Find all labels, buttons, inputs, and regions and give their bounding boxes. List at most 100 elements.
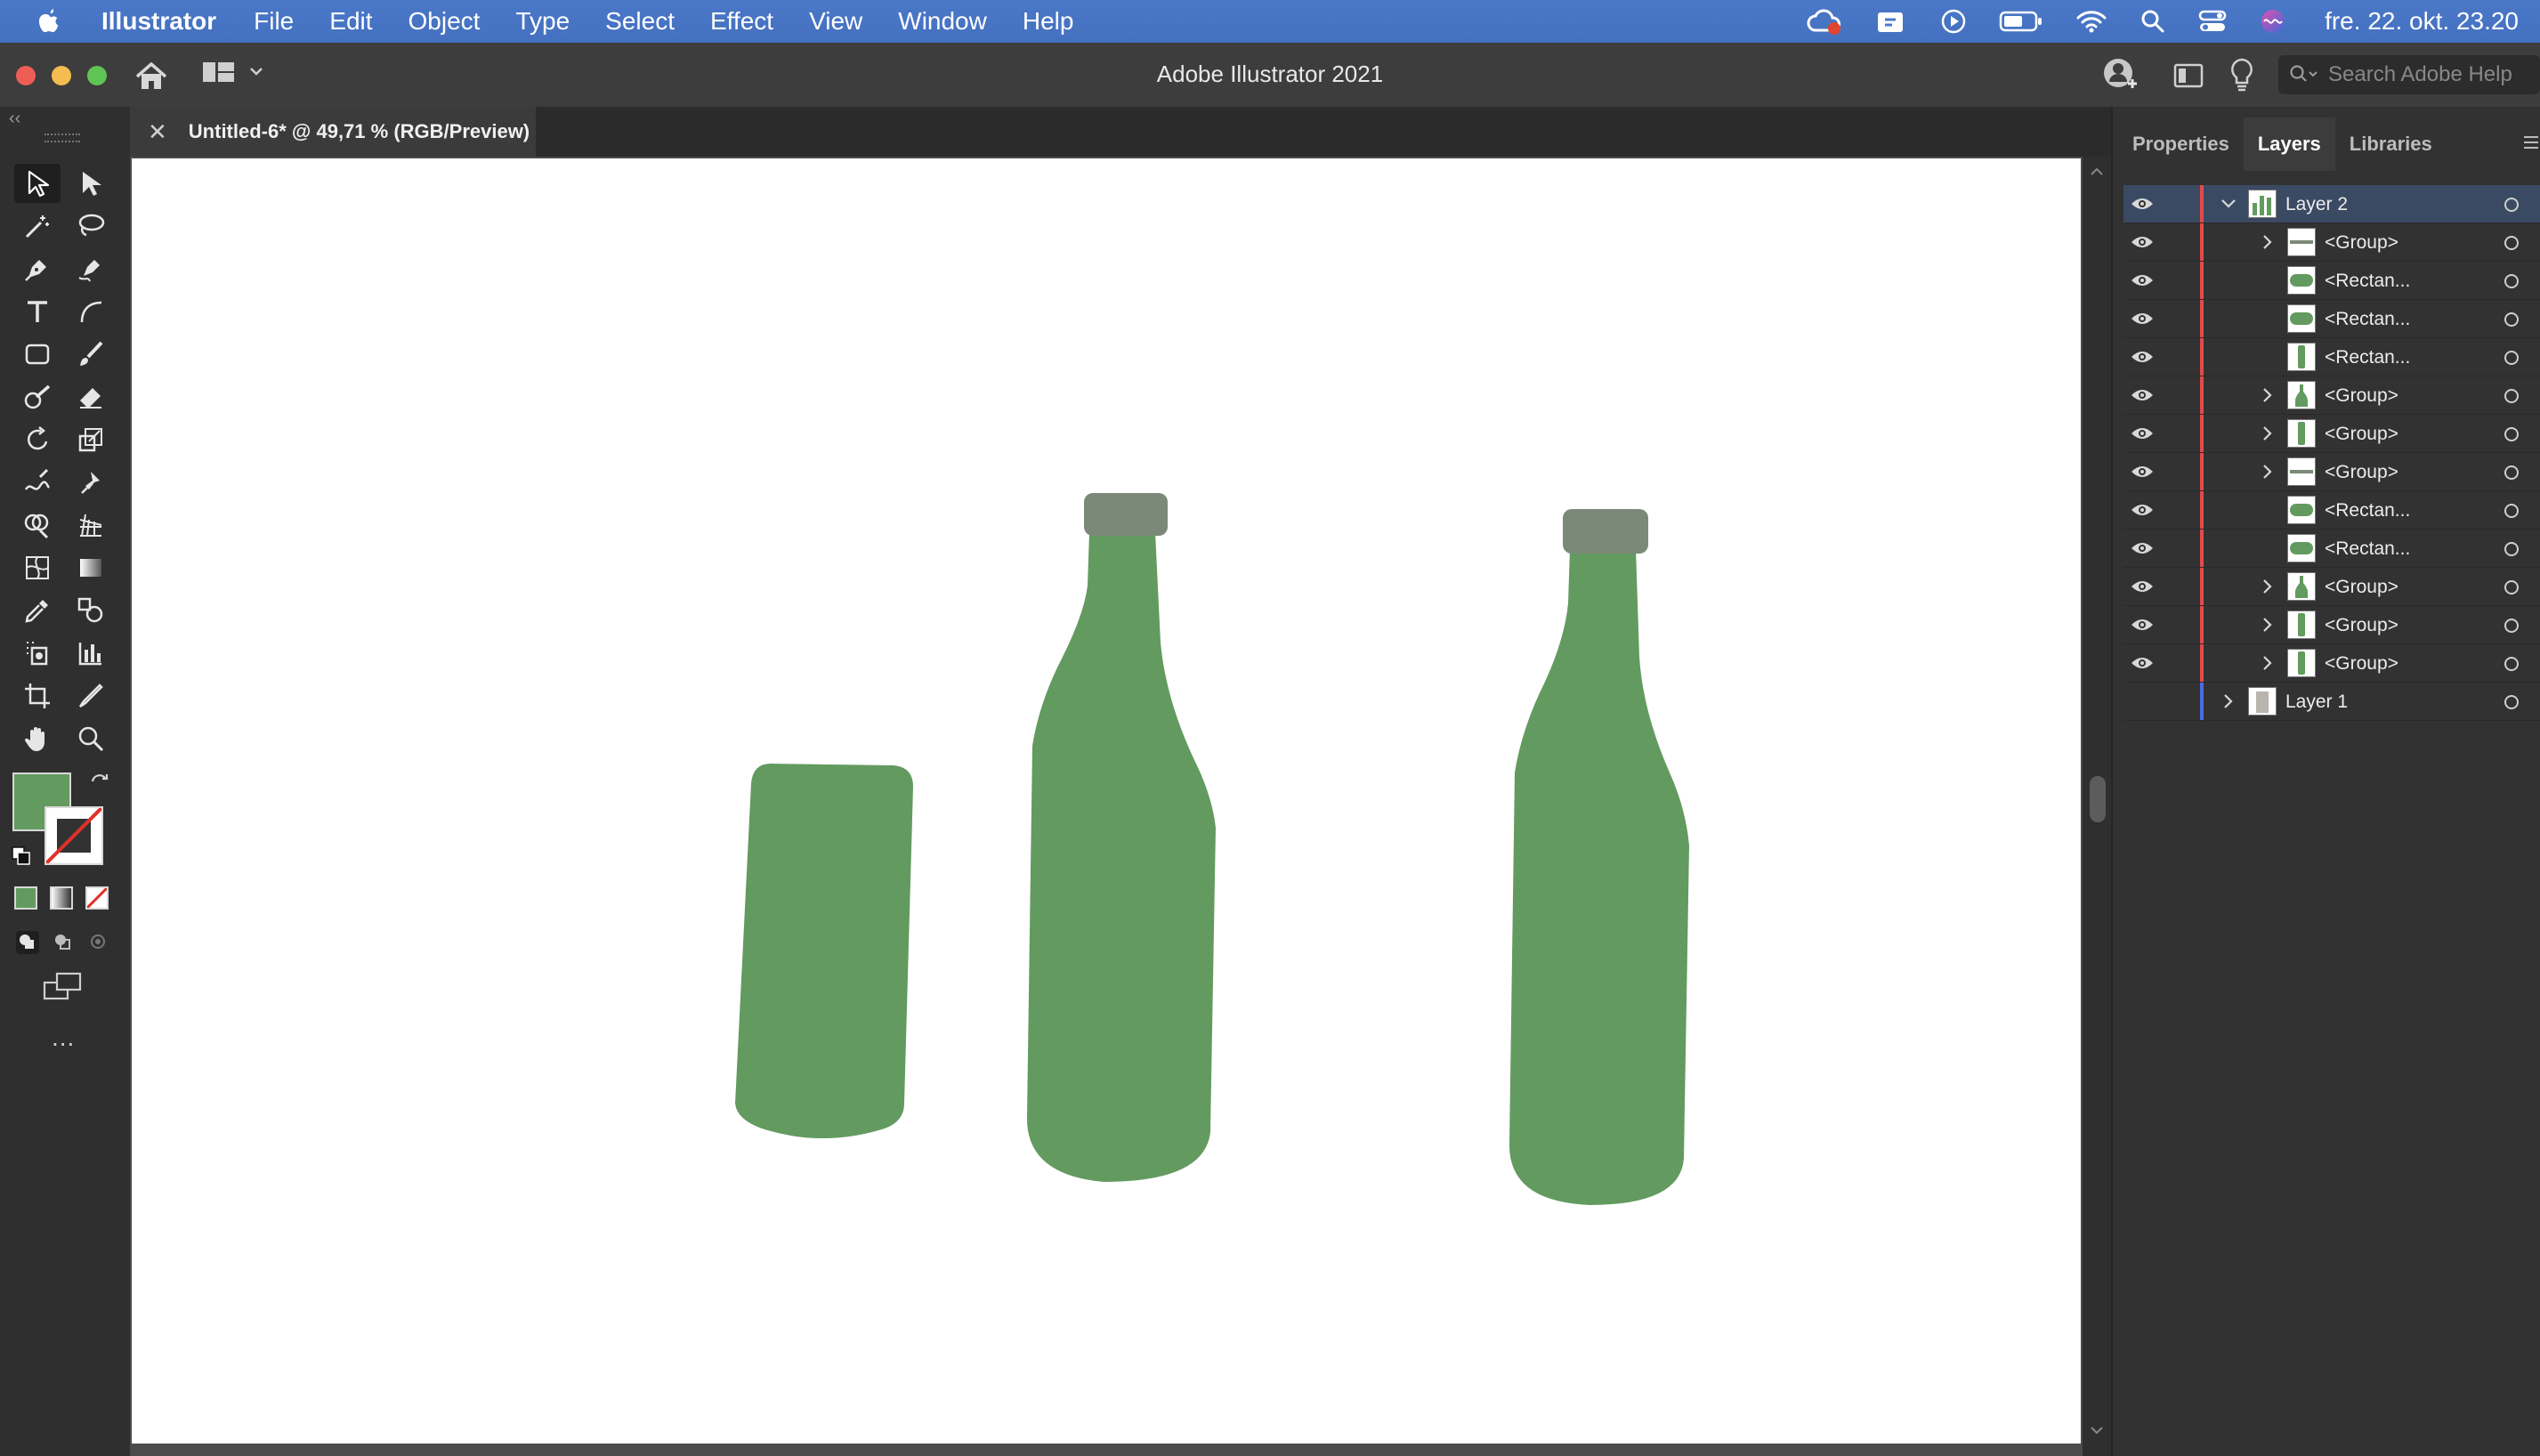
visibility-eye-icon[interactable] xyxy=(2131,578,2154,600)
panel-menu-icon[interactable] xyxy=(2524,133,2538,156)
apple-menu-icon[interactable] xyxy=(0,7,98,36)
bottle-left-shape[interactable] xyxy=(1026,532,1216,1182)
rectangle-tool-icon[interactable] xyxy=(14,335,61,374)
menu-select[interactable]: Select xyxy=(587,7,692,36)
symbol-sprayer-tool-icon[interactable] xyxy=(14,634,61,673)
draw-behind-icon[interactable] xyxy=(50,929,77,960)
target-circle-icon[interactable] xyxy=(2504,351,2519,365)
target-circle-icon[interactable] xyxy=(2504,504,2519,518)
paintbrush-tool-icon[interactable] xyxy=(68,335,114,374)
layer-name[interactable]: <Rectan... xyxy=(2325,538,2410,560)
layer-name[interactable]: <Rectan... xyxy=(2325,271,2410,292)
rotate-tool-icon[interactable] xyxy=(14,420,61,459)
hand-tool-icon[interactable] xyxy=(14,719,61,758)
sublayer-row[interactable]: <Rectan... xyxy=(2123,491,2540,530)
layer-name[interactable]: Layer 1 xyxy=(2285,692,2348,713)
layer-name[interactable]: <Group> xyxy=(2325,653,2398,675)
visibility-eye-icon[interactable] xyxy=(2131,425,2154,447)
scroll-up-icon[interactable] xyxy=(2090,166,2104,176)
artboard-tool-icon[interactable] xyxy=(14,676,61,716)
play-icon[interactable] xyxy=(1940,8,1967,35)
battery-icon[interactable] xyxy=(1999,10,2043,33)
sublayer-row[interactable]: <Rectan... xyxy=(2123,338,2540,376)
home-icon[interactable] xyxy=(133,61,169,97)
menu-object[interactable]: Object xyxy=(391,7,498,36)
layer-name[interactable]: <Rectan... xyxy=(2325,500,2410,522)
expand-arrow-icon[interactable] xyxy=(2261,463,2275,486)
glass-shape[interactable] xyxy=(735,764,913,1138)
expand-arrow-icon[interactable] xyxy=(2261,578,2275,601)
wifi-icon[interactable] xyxy=(2075,9,2107,34)
sublayer-row[interactable]: <Group> xyxy=(2123,568,2540,606)
spotlight-search-icon[interactable] xyxy=(2140,8,2166,35)
stroke-color-swatch[interactable] xyxy=(44,806,103,865)
sublayer-row[interactable]: <Group> xyxy=(2123,223,2540,262)
menu-file[interactable]: File xyxy=(236,7,311,36)
target-circle-icon[interactable] xyxy=(2504,542,2519,556)
sublayer-row[interactable]: <Rectan... xyxy=(2123,262,2540,300)
target-circle-icon[interactable] xyxy=(2504,580,2519,595)
target-circle-icon[interactable] xyxy=(2504,465,2519,480)
visibility-eye-icon[interactable] xyxy=(2131,196,2154,217)
visibility-eye-icon[interactable] xyxy=(2131,272,2154,294)
lasso-tool-icon[interactable] xyxy=(68,206,114,246)
sublayer-row[interactable]: <Group> xyxy=(2123,415,2540,453)
layer-name[interactable]: <Group> xyxy=(2325,577,2398,598)
draw-normal-icon[interactable] xyxy=(14,929,41,960)
siri-icon[interactable] xyxy=(2259,7,2287,36)
visibility-eye-icon[interactable] xyxy=(2131,234,2154,255)
search-adobe-help-input[interactable] xyxy=(2326,61,2535,88)
scroll-down-icon[interactable] xyxy=(2090,1426,2104,1436)
menu-edit[interactable]: Edit xyxy=(311,7,390,36)
layer-name[interactable]: <Rectan... xyxy=(2325,347,2410,368)
zoom-window-button[interactable] xyxy=(87,66,107,85)
canvas-area[interactable] xyxy=(130,157,2083,1456)
puppet-warp-tool-icon[interactable] xyxy=(68,463,114,502)
layer-name[interactable]: <Group> xyxy=(2325,424,2398,445)
collapse-panel-icon[interactable]: ‹‹ xyxy=(9,109,20,129)
screen-mode-icon[interactable] xyxy=(43,972,84,1007)
perspective-grid-tool-icon[interactable] xyxy=(68,506,114,545)
panel-grip[interactable] xyxy=(44,133,80,142)
layer-name[interactable]: <Group> xyxy=(2325,385,2398,407)
expand-arrow-icon[interactable] xyxy=(2261,233,2275,256)
scrollbar-thumb[interactable] xyxy=(2090,776,2106,822)
expand-arrow-icon[interactable] xyxy=(2221,692,2236,716)
tab-properties[interactable]: Properties xyxy=(2113,117,2244,171)
visibility-eye-icon[interactable] xyxy=(2131,464,2154,485)
bottle-right-cap[interactable] xyxy=(1563,509,1648,554)
app-menu[interactable]: Illustrator xyxy=(98,7,236,36)
layer-name[interactable]: <Group> xyxy=(2325,462,2398,483)
bottle-left-cap[interactable] xyxy=(1084,493,1168,536)
type-tool-icon[interactable] xyxy=(14,292,61,331)
sublayer-row[interactable]: <Rectan... xyxy=(2123,530,2540,568)
magic-wand-tool-icon[interactable] xyxy=(14,206,61,246)
expand-arrow-icon[interactable] xyxy=(2261,616,2275,639)
layer-name[interactable]: <Rectan... xyxy=(2325,309,2410,330)
slice-tool-icon[interactable] xyxy=(68,676,114,716)
target-circle-icon[interactable] xyxy=(2504,427,2519,441)
sublayer-row[interactable]: <Group> xyxy=(2123,376,2540,415)
close-document-icon[interactable]: ✕ xyxy=(148,118,167,146)
expand-arrow-icon[interactable] xyxy=(2261,386,2275,409)
visibility-eye-icon[interactable] xyxy=(2131,387,2154,408)
target-circle-icon[interactable] xyxy=(2504,695,2519,709)
blend-tool-icon[interactable] xyxy=(68,591,114,630)
menu-type[interactable]: Type xyxy=(497,7,587,36)
gradient-tool-icon[interactable] xyxy=(68,548,114,587)
menu-help[interactable]: Help xyxy=(1005,7,1092,36)
selection-tool-icon[interactable] xyxy=(14,164,61,203)
none-mode-button[interactable] xyxy=(85,886,109,910)
eraser-tool-icon[interactable] xyxy=(68,377,114,417)
layer-name[interactable]: <Group> xyxy=(2325,232,2398,254)
layer-name[interactable]: <Group> xyxy=(2325,615,2398,636)
menu-window[interactable]: Window xyxy=(880,7,1005,36)
target-circle-icon[interactable] xyxy=(2504,619,2519,633)
search-adobe-help[interactable] xyxy=(2278,55,2540,94)
visibility-eye-icon[interactable] xyxy=(2131,540,2154,562)
direct-selection-tool-icon[interactable] xyxy=(68,164,114,203)
sublayer-row[interactable]: <Rectan... xyxy=(2123,300,2540,338)
visibility-eye-icon[interactable] xyxy=(2131,655,2154,676)
artboard[interactable] xyxy=(132,158,2081,1444)
scale-tool-icon[interactable] xyxy=(68,420,114,459)
